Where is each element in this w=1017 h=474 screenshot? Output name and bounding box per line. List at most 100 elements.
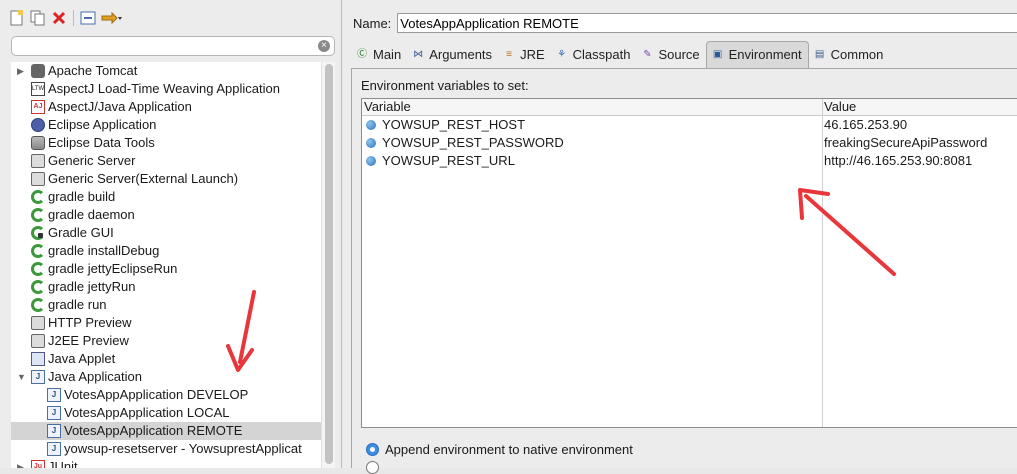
collapse-all-button[interactable] [79, 9, 97, 27]
tree-item-label: gradle run [48, 297, 107, 312]
main-icon: Ⓒ [357, 49, 367, 60]
new-config-button[interactable] [8, 9, 26, 27]
gradle-icon [31, 244, 45, 258]
tree-item[interactable]: ▶ Ju JUnit [11, 458, 321, 468]
environment-icon: ▣ [712, 49, 723, 60]
tree-item-label: gradle installDebug [48, 243, 160, 258]
tree-item-label: HTTP Preview [48, 315, 132, 330]
tab-label: Classpath [572, 47, 631, 62]
tree-item[interactable]: Eclipse Data Tools [11, 134, 321, 152]
tree-item-label: VotesAppApplication DEVELOP [64, 387, 249, 402]
delete-icon [52, 11, 66, 25]
table-row[interactable]: YOWSUP_REST_HOST 46.165.253.90 [362, 116, 1017, 134]
tree-item-label: Gradle GUI [48, 225, 114, 240]
tree-item-label: VotesAppApplication REMOTE [64, 423, 243, 438]
tree-item[interactable]: ▼ J Java Application [11, 368, 321, 386]
tree-item[interactable]: J VotesAppApplication LOCAL [11, 404, 321, 422]
tree-item[interactable]: LTW AspectJ Load-Time Weaving Application [11, 80, 321, 98]
chevron-right-icon[interactable]: ▶ [17, 458, 27, 468]
tab-jre[interactable]: ≡ JRE [498, 42, 551, 68]
gradle-icon [31, 280, 45, 294]
append-env-radio[interactable] [366, 443, 379, 456]
delete-config-button[interactable] [50, 9, 68, 27]
tree-item[interactable]: gradle jettyEclipseRun [11, 260, 321, 278]
tree-item[interactable]: Generic Server [11, 152, 321, 170]
tree-item-label: Java Application [48, 369, 142, 384]
chevron-right-icon[interactable]: ▶ [17, 62, 27, 80]
env-rows: YOWSUP_REST_HOST 46.165.253.90 YOWSUP_REST… [362, 116, 1017, 170]
variable-value: freakingSecureApiPassword [824, 135, 988, 150]
tree-item[interactable]: J VotesAppApplication DEVELOP [11, 386, 321, 404]
tree-item[interactable]: HTTP Preview [11, 314, 321, 332]
junit-icon: Ju [31, 460, 45, 468]
tab-classpath[interactable]: ⚘ Classpath [551, 42, 637, 68]
toolbar-separator [73, 10, 74, 26]
tree-item[interactable]: ▶ Apache Tomcat [11, 62, 321, 80]
tab-arguments[interactable]: ⋈ Arguments [407, 42, 498, 68]
tree-item[interactable]: Eclipse Application [11, 116, 321, 134]
scrollbar-thumb[interactable] [325, 64, 333, 464]
chevron-down-icon[interactable]: ▼ [17, 368, 27, 386]
java-app-icon: J [47, 406, 61, 420]
filter-input[interactable] [12, 37, 314, 55]
tree-item[interactable]: Generic Server(External Launch) [11, 170, 321, 188]
environment-tab-panel: Environment variables to set: Variable V… [351, 68, 1017, 474]
table-row[interactable]: YOWSUP_REST_URL http://46.165.253.90:8081 [362, 152, 1017, 170]
new-config-icon [10, 10, 23, 26]
tab-label: JRE [520, 47, 545, 62]
tab-environment[interactable]: ▣ Environment [705, 41, 809, 68]
tree-item[interactable]: J VotesAppApplication REMOTE [11, 422, 321, 440]
tab-label: Environment [728, 47, 802, 62]
tree-item-label: JUnit [48, 459, 78, 468]
config-name-input[interactable] [397, 13, 1017, 33]
append-env-option[interactable]: Append environment to native environment [366, 442, 633, 457]
filter-menu-button[interactable] [100, 9, 124, 27]
server-icon [31, 316, 45, 330]
table-row[interactable]: YOWSUP_REST_PASSWORD freakingSecureApiPas… [362, 134, 1017, 152]
tree-scrollbar[interactable] [321, 62, 335, 468]
duplicate-config-button[interactable] [29, 9, 47, 27]
column-header-variable[interactable]: Variable [364, 99, 411, 115]
tree-item-label: yowsup-resetserver - YowsuprestApplicat [64, 441, 302, 456]
tree-item[interactable]: AJ AspectJ/Java Application [11, 98, 321, 116]
tree-item[interactable]: gradle installDebug [11, 242, 321, 260]
common-icon: ▤ [814, 49, 825, 60]
java-app-icon: J [47, 424, 61, 438]
tree-item[interactable]: gradle run [11, 296, 321, 314]
tab-common[interactable]: ▤ Common [809, 42, 890, 68]
clear-filter-icon[interactable]: × [318, 40, 330, 52]
filter-arrow-icon [101, 11, 122, 25]
server-icon [31, 172, 45, 186]
tree-item[interactable]: Gradle GUI [11, 224, 321, 242]
tree-item[interactable]: J2EE Preview [11, 332, 321, 350]
arguments-icon: ⋈ [413, 49, 424, 60]
tree-item[interactable]: Jyowsup-resetserver - YowsuprestApplicat [11, 440, 321, 458]
tab-label: Arguments [429, 47, 493, 62]
eclipse-icon [31, 118, 45, 132]
tree-item[interactable]: gradle daemon [11, 206, 321, 224]
tab-main[interactable]: Ⓒ Main [351, 42, 407, 68]
tab-source[interactable]: ✎ Source [636, 42, 705, 68]
java-app-icon: J [47, 442, 61, 456]
tab-label: Main [373, 47, 402, 62]
tree-item-label: Eclipse Application [48, 117, 157, 132]
tree-item-label: Java Applet [48, 351, 116, 366]
source-icon: ✎ [643, 49, 652, 60]
java-app-icon: J [31, 370, 45, 384]
tree-item-label: Generic Server [48, 153, 136, 168]
tree-item[interactable]: Java Applet [11, 350, 321, 368]
tree-item-label: AspectJ Load-Time Weaving Application [48, 81, 280, 96]
variable-icon [366, 138, 376, 148]
tree-item-label: Apache Tomcat [48, 63, 138, 78]
tree-item[interactable]: gradle build [11, 188, 321, 206]
variable-name: YOWSUP_REST_URL [382, 153, 515, 168]
tree-item-label: gradle jettyRun [48, 279, 136, 294]
name-row: Name: [353, 12, 1017, 34]
tab-label: Common [830, 47, 884, 62]
tree-item[interactable]: gradle jettyRun [11, 278, 321, 296]
tree-item-label: gradle daemon [48, 207, 135, 222]
gradle-icon [31, 262, 45, 276]
column-header-value[interactable]: Value [824, 99, 856, 115]
launch-config-tree: ▶ Apache Tomcat LTW AspectJ Load-Time Weavi… [11, 62, 321, 468]
launch-toolbar [8, 8, 124, 28]
